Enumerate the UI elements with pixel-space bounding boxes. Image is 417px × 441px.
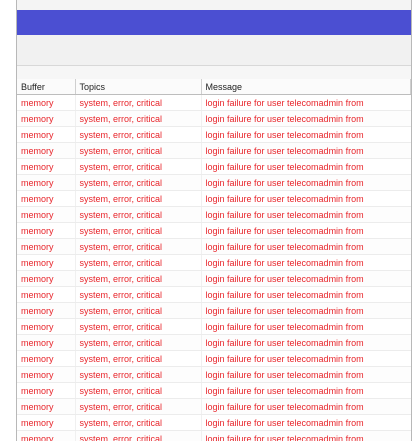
log-cell-message: login failure for user telecomadmin from	[200, 334, 411, 351]
log-cell-buffer: memory	[17, 190, 75, 207]
log-cell-message: login failure for user telecomadmin from	[200, 222, 411, 239]
log-cell-buffer: memory	[17, 430, 75, 441]
log-cell-buffer: memory	[17, 398, 75, 415]
toolbar-spacer	[17, 66, 411, 79]
log-cell-message: login failure for user telecomadmin from	[200, 350, 411, 367]
log-cell-message: login failure for user telecomadmin from	[200, 318, 411, 335]
log-cell-topics: system, error, critical	[74, 350, 201, 367]
log-row[interactable]: memory system, error, critical login failu…	[17, 414, 411, 431]
log-cell-message: login failure for user telecomadmin from	[200, 158, 411, 175]
column-header-buffer[interactable]: Buffer	[17, 79, 76, 95]
log-table: Buffer Topics Message memory system, erro…	[17, 79, 411, 441]
log-cell-topics: system, error, critical	[74, 222, 201, 239]
log-row[interactable]: memory system, error, critical login failu…	[17, 254, 411, 271]
toolbar	[17, 35, 411, 66]
log-row[interactable]: memory system, error, critical login failu…	[17, 110, 411, 127]
log-cell-topics: system, error, critical	[74, 318, 201, 335]
log-cell-topics: system, error, critical	[74, 206, 201, 223]
log-cell-buffer: memory	[17, 238, 75, 255]
log-cell-message: login failure for user telecomadmin from	[200, 398, 411, 415]
log-cell-buffer: memory	[17, 302, 75, 319]
log-cell-message: login failure for user telecomadmin from	[200, 110, 411, 127]
log-cell-buffer: memory	[17, 142, 75, 159]
log-cell-message: login failure for user telecomadmin from	[200, 430, 411, 441]
log-row[interactable]: memory system, error, critical login failu…	[17, 190, 411, 207]
log-cell-buffer: memory	[17, 270, 75, 287]
log-cell-buffer: memory	[17, 414, 75, 431]
log-cell-topics: system, error, critical	[74, 382, 201, 399]
log-cell-topics: system, error, critical	[74, 334, 201, 351]
log-row[interactable]: memory system, error, critical login failu…	[17, 302, 411, 319]
log-cell-topics: system, error, critical	[74, 110, 201, 127]
log-cell-topics: system, error, critical	[74, 398, 201, 415]
log-cell-message: login failure for user telecomadmin from	[200, 94, 411, 111]
log-cell-topics: system, error, critical	[74, 142, 201, 159]
log-cell-message: login failure for user telecomadmin from	[200, 382, 411, 399]
log-row[interactable]: memory system, error, critical login failu…	[17, 318, 411, 335]
log-cell-topics: system, error, critical	[74, 254, 201, 271]
log-cell-topics: system, error, critical	[74, 302, 201, 319]
log-cell-message: login failure for user telecomadmin from	[200, 302, 411, 319]
log-cell-buffer: memory	[17, 174, 75, 191]
log-cell-buffer: memory	[17, 318, 75, 335]
log-cell-topics: system, error, critical	[74, 174, 201, 191]
log-cell-buffer: memory	[17, 286, 75, 303]
log-row[interactable]: memory system, error, critical login failu…	[17, 206, 411, 223]
log-row[interactable]: memory system, error, critical login failu…	[17, 398, 411, 415]
log-cell-topics: system, error, critical	[74, 366, 201, 383]
log-cell-topics: system, error, critical	[74, 158, 201, 175]
log-cell-buffer: memory	[17, 334, 75, 351]
log-cell-message: login failure for user telecomadmin from	[200, 270, 411, 287]
log-cell-topics: system, error, critical	[74, 286, 201, 303]
log-cell-buffer: memory	[17, 382, 75, 399]
log-cell-message: login failure for user telecomadmin from	[200, 254, 411, 271]
log-cell-topics: system, error, critical	[74, 238, 201, 255]
column-header-message[interactable]: Message	[201, 79, 411, 95]
log-cell-message: login failure for user telecomadmin from	[200, 142, 411, 159]
log-cell-buffer: memory	[17, 206, 75, 223]
log-cell-buffer: memory	[17, 222, 75, 239]
log-cell-message: login failure for user telecomadmin from	[200, 414, 411, 431]
column-header-topics[interactable]: Topics	[75, 79, 202, 95]
log-cell-buffer: memory	[17, 350, 75, 367]
log-cell-message: login failure for user telecomadmin from	[200, 206, 411, 223]
log-cell-buffer: memory	[17, 110, 75, 127]
log-cell-message: login failure for user telecomadmin from	[200, 190, 411, 207]
log-row[interactable]: memory system, error, critical login failu…	[17, 238, 411, 255]
log-row[interactable]: memory system, error, critical login failu…	[17, 142, 411, 159]
log-cell-buffer: memory	[17, 126, 75, 143]
window-titlebar[interactable]	[17, 10, 411, 35]
log-cell-topics: system, error, critical	[74, 430, 201, 441]
log-row[interactable]: memory system, error, critical login failu…	[17, 158, 411, 175]
log-row[interactable]: memory system, error, critical login failu…	[17, 222, 411, 239]
log-cell-topics: system, error, critical	[74, 270, 201, 287]
log-cell-buffer: memory	[17, 158, 75, 175]
log-cell-message: login failure for user telecomadmin from	[200, 238, 411, 255]
log-row[interactable]: memory system, error, critical login failu…	[17, 334, 411, 351]
log-row[interactable]: memory system, error, critical login failu…	[17, 366, 411, 383]
log-table-header: Buffer Topics Message	[17, 79, 411, 95]
log-cell-buffer: memory	[17, 254, 75, 271]
log-cell-message: login failure for user telecomadmin from	[200, 126, 411, 143]
log-cell-buffer: memory	[17, 366, 75, 383]
log-row[interactable]: memory system, error, critical login failu…	[17, 126, 411, 143]
log-cell-topics: system, error, critical	[74, 190, 201, 207]
log-cell-message: login failure for user telecomadmin from	[200, 286, 411, 303]
log-row[interactable]: memory system, error, critical login failu…	[17, 382, 411, 399]
log-cell-buffer: memory	[17, 94, 75, 111]
log-cell-topics: system, error, critical	[74, 126, 201, 143]
log-window: Buffer Topics Message memory system, erro…	[16, 0, 412, 441]
log-cell-topics: system, error, critical	[74, 94, 201, 111]
log-row[interactable]: memory system, error, critical login failu…	[17, 270, 411, 287]
log-row[interactable]: memory system, error, critical login failu…	[17, 430, 411, 441]
log-cell-message: login failure for user telecomadmin from	[200, 174, 411, 191]
log-row[interactable]: memory system, error, critical login failu…	[17, 350, 411, 367]
log-row[interactable]: memory system, error, critical login failu…	[17, 286, 411, 303]
log-row[interactable]: memory system, error, critical login failu…	[17, 94, 411, 111]
log-cell-message: login failure for user telecomadmin from	[200, 366, 411, 383]
log-cell-topics: system, error, critical	[74, 414, 201, 431]
log-table-body: memory system, error, critical login failu…	[17, 94, 411, 441]
log-row[interactable]: memory system, error, critical login failu…	[17, 174, 411, 191]
